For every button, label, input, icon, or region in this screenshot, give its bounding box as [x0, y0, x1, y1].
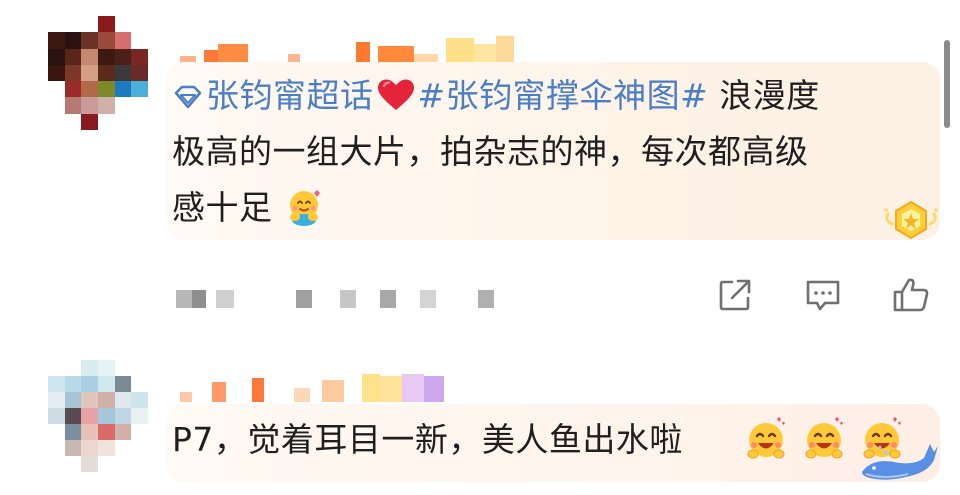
comment-body: P7，觉着耳目一新，美人鱼出水啦: [172, 420, 683, 459]
heart-emoji: [377, 79, 414, 110]
whale-icon: [862, 444, 938, 480]
like-button[interactable]: [888, 272, 934, 318]
comment-feed: 张钧甯超话 #张钧甯撑伞神图# 浪漫度 极高的一组大片，拍杂志的神，每次都高级 …: [0, 0, 960, 495]
comment-text-line2: 极高的一组大片，拍杂志的神，每次都高级: [172, 132, 809, 171]
avatar[interactable]: [48, 360, 148, 472]
thumbs-up-icon: [893, 278, 929, 312]
diamond-icon: [174, 85, 202, 109]
laugh-emoji: [747, 417, 785, 459]
timestamp-blurred: [176, 290, 494, 308]
vip-badge-icon: [884, 200, 938, 240]
comment-body: 张钧甯超话 #张钧甯撑伞神图# 浪漫度 极高的一组大片，拍杂志的神，每次都高级 …: [172, 68, 902, 236]
reply-button[interactable]: [800, 272, 846, 318]
comment-icon: [806, 280, 840, 311]
comment-text-line3: 感十足: [172, 188, 273, 227]
avatar[interactable]: [48, 16, 148, 130]
hashtag-link[interactable]: #张钧甯撑伞神图#: [418, 76, 709, 115]
scrollbar[interactable]: [944, 40, 950, 128]
comment-actions: [712, 272, 934, 318]
comment-text-line1: 浪漫度: [708, 76, 820, 115]
username-blurred[interactable]: [180, 372, 444, 402]
share-button[interactable]: [712, 272, 758, 318]
share-icon: [719, 279, 751, 311]
laugh-emoji: [805, 417, 843, 459]
super-topic-label[interactable]: 张钧甯超话: [206, 76, 374, 115]
hug-emoji: [289, 190, 320, 226]
super-topic-link[interactable]: 张钧甯超话: [172, 76, 374, 115]
